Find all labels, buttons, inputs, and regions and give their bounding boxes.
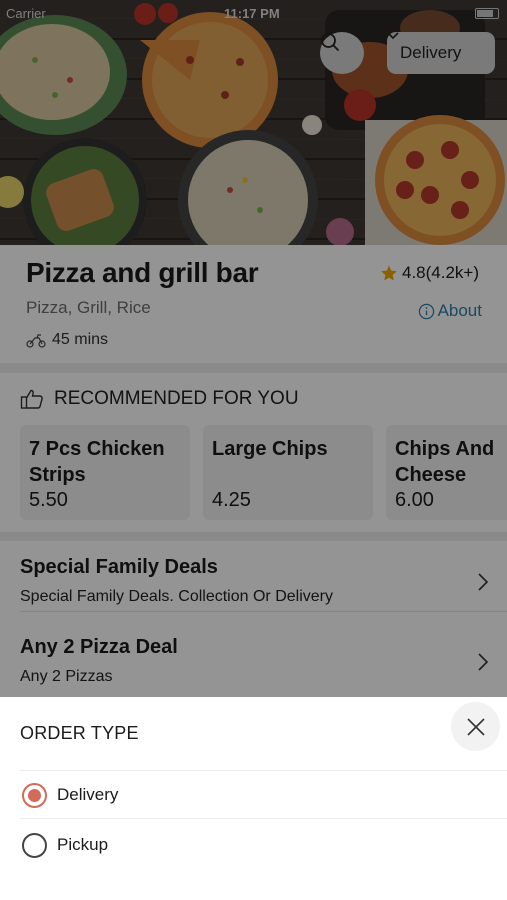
order-type-sheet: ORDER TYPE Delivery Pickup [0, 697, 507, 900]
option-delivery[interactable]: Delivery [22, 775, 482, 815]
option-label: Delivery [57, 785, 119, 804]
close-button[interactable] [451, 702, 500, 751]
radio-unselected[interactable] [22, 832, 47, 858]
sheet-title: ORDER TYPE [20, 723, 139, 743]
sheet-divider [20, 770, 507, 771]
modal-backdrop[interactable] [0, 0, 507, 700]
restaurant-page: Carrier 11:17 PM Delivery Pizza and gril… [0, 0, 507, 900]
radio-selected[interactable] [22, 782, 47, 808]
sheet-divider [20, 818, 507, 819]
close-icon [466, 717, 485, 736]
option-label: Pickup [57, 835, 109, 854]
option-pickup[interactable]: Pickup [22, 825, 482, 865]
